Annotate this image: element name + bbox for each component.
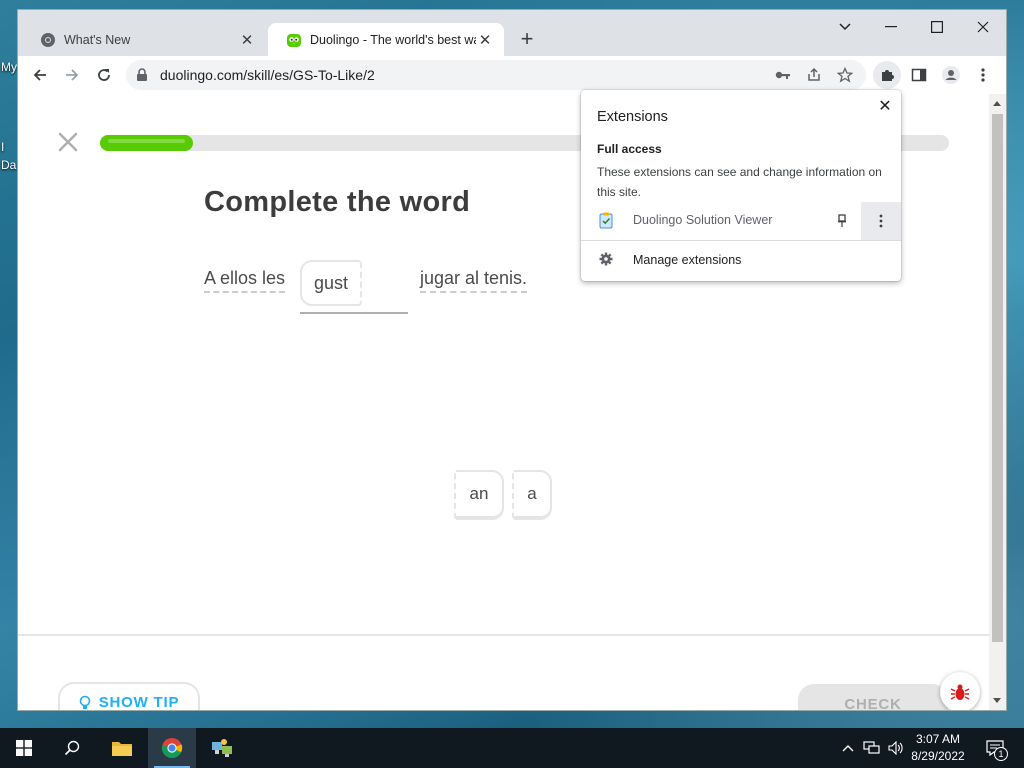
scroll-up-arrow-icon[interactable] [993,101,1001,106]
bug-icon [950,684,970,700]
desktop-icon-label[interactable]: My [1,60,17,74]
clipboard-check-icon [599,212,613,232]
address-bar[interactable]: duolingo.com/skill/es/GS-To-Like/2 [126,60,866,90]
lightbulb-icon [79,695,91,710]
maximize-button[interactable] [914,14,960,40]
tab-whats-new[interactable]: What's New ✕ [22,23,266,56]
desktop-icon-label[interactable]: Da [1,158,16,172]
manage-extensions-item[interactable]: Manage extensions [581,242,901,278]
extension-name[interactable]: Duolingo Solution Viewer [633,213,772,227]
network-app-button[interactable] [198,728,246,768]
extensions-popup: Extensions ✕ Full access These extension… [581,90,901,281]
show-tip-label: SHOW TIP [98,694,180,710]
forward-button[interactable] [58,61,86,89]
check-button[interactable]: CHECK [798,684,948,710]
search-button[interactable] [48,728,96,768]
chevron-up-icon[interactable] [838,738,858,758]
windows-taskbar: 3:07 AM 8/29/2022 1 [0,728,1024,768]
popup-divider [581,240,901,241]
tab-search-chevron-icon[interactable] [822,14,868,40]
notification-count-badge: 1 [994,747,1008,761]
search-icon [64,740,80,756]
kebab-menu-icon [981,68,985,82]
clock-date: 8/29/2022 [911,749,965,763]
tab-duolingo[interactable]: Duolingo - The world's best way ✕ [268,23,504,56]
partial-word-chip: gust [300,260,362,306]
close-icon[interactable]: ✕ [476,31,494,49]
quit-lesson-button[interactable] [58,132,78,152]
lock-icon[interactable] [136,68,148,87]
kebab-menu-icon [879,214,883,228]
chrome-icon [161,738,183,758]
lesson-progress-fill [100,135,194,151]
reload-button[interactable] [90,61,118,89]
chrome-icon [40,32,56,48]
show-tip-button[interactable]: SHOW TIP [58,682,200,710]
url-text[interactable]: duolingo.com/skill/es/GS-To-Like/2 [160,67,375,83]
avatar-icon [942,66,960,84]
answer-blank[interactable]: gust [300,260,408,314]
gear-icon [599,252,613,269]
volume-icon[interactable] [886,738,906,758]
word-bank-chip-an[interactable]: an [454,470,504,520]
menu-button[interactable] [969,61,997,89]
close-popup-button[interactable]: ✕ [875,96,895,116]
manage-extensions-label: Manage extensions [633,253,742,267]
reload-icon [98,69,110,81]
page-scrollbar[interactable] [989,94,1006,710]
windows-logo-icon [16,740,32,756]
clock-time: 3:07 AM [915,732,961,746]
share-icon[interactable] [803,64,825,86]
footer-divider [18,634,989,636]
tab-strip: What's New ✕ Duolingo - The world's best… [18,10,1006,56]
file-explorer-button[interactable] [98,728,146,768]
scroll-down-arrow-icon[interactable] [993,698,1001,703]
full-access-description: These extensions can see and change info… [597,165,882,199]
folder-icon [112,742,132,756]
duolingo-owl-icon [286,32,302,48]
extensions-button[interactable] [873,61,901,89]
close-window-button[interactable] [960,14,1006,40]
side-panel-button[interactable] [905,61,933,89]
pin-icon[interactable] [833,212,851,230]
arrow-right-icon [66,69,79,81]
side-panel-icon [911,68,927,82]
network-icon[interactable] [862,738,882,758]
extension-more-options-button[interactable] [861,202,901,240]
minimize-button[interactable] [868,14,914,40]
report-bug-button[interactable] [940,672,980,710]
back-button[interactable] [26,61,54,89]
desktop-icon-label[interactable]: I [1,140,4,154]
close-icon [58,132,78,152]
bookmark-star-icon[interactable] [834,64,856,86]
new-tab-button[interactable]: + [516,28,538,51]
tab-title: Duolingo - The world's best way [310,32,476,47]
arrow-left-icon [33,69,46,81]
sentence-after[interactable]: jugar al tenis. [420,268,528,293]
extension-item[interactable]: Duolingo Solution Viewer [581,202,901,240]
popup-title: Extensions [597,109,668,125]
scrollbar-thumb[interactable] [992,114,1003,642]
start-button[interactable] [0,728,48,768]
full-access-heading: Full access [597,142,662,156]
key-icon[interactable] [772,64,794,86]
puzzle-icon [882,70,894,81]
challenge-title: Complete the word [204,186,471,218]
word-bank-chip-a[interactable]: a [512,470,552,520]
network-computers-icon [212,739,232,757]
notification-center-button[interactable]: 1 [984,738,1008,761]
chrome-taskbar-button[interactable] [148,728,196,768]
close-icon[interactable]: ✕ [238,31,256,49]
profile-button[interactable] [937,61,965,89]
tab-title: What's New [64,32,131,47]
sentence-before[interactable]: A ellos les [204,268,286,293]
taskbar-clock[interactable]: 3:07 AM 8/29/2022 [906,731,970,765]
